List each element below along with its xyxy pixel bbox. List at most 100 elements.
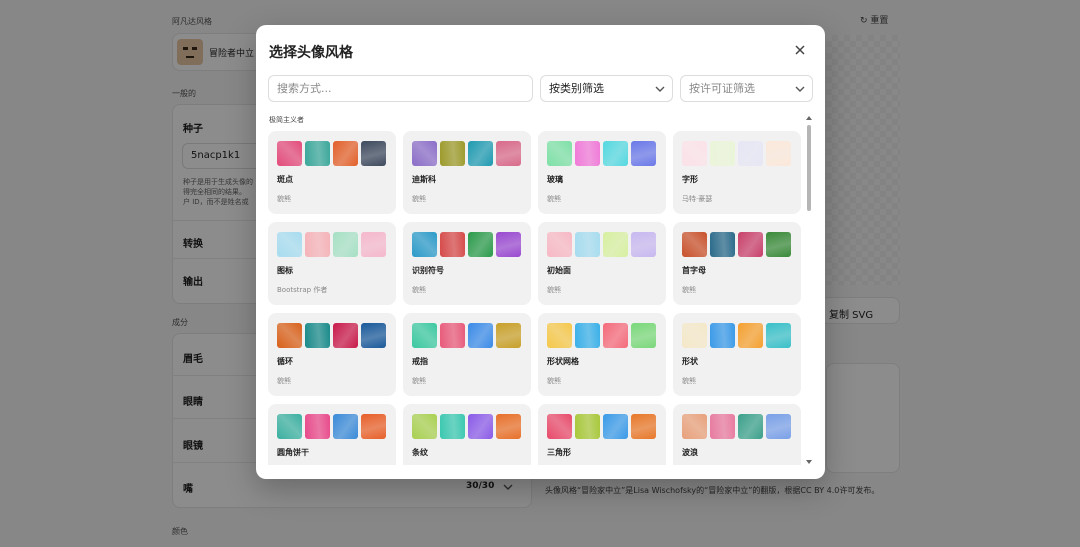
style-preview-image — [766, 232, 791, 257]
style-card[interactable]: 戒指 貌熊 — [403, 313, 531, 396]
license-filter-label: 按许可证筛选 — [689, 82, 755, 95]
style-name: 圆角饼干 — [277, 448, 309, 457]
style-preview-image — [277, 414, 302, 439]
style-author: 貌熊 — [682, 286, 696, 294]
scrollbar[interactable] — [805, 115, 813, 465]
style-card[interactable]: 识别符号 貌熊 — [403, 222, 531, 305]
style-preview-image — [603, 414, 628, 439]
style-preview-image — [496, 414, 521, 439]
style-preview-image — [682, 232, 707, 257]
style-previews — [682, 414, 791, 439]
style-preview-image — [710, 141, 735, 166]
style-preview-image — [361, 232, 386, 257]
style-previews — [277, 323, 386, 348]
style-previews — [277, 232, 386, 257]
style-preview-image — [412, 414, 437, 439]
style-preview-image — [305, 414, 330, 439]
style-previews — [412, 141, 521, 166]
style-name: 形状网格 — [547, 357, 579, 366]
style-previews — [277, 414, 386, 439]
style-previews — [547, 141, 656, 166]
style-author: 貌熊 — [547, 286, 561, 294]
style-preview-image — [468, 414, 493, 439]
style-author: 貌熊 — [277, 195, 291, 203]
style-card[interactable]: 三角形貌熊 — [538, 404, 666, 465]
style-preview-image — [631, 323, 656, 348]
style-author: 貌熊 — [277, 377, 291, 385]
style-preview-image — [333, 323, 358, 348]
style-preview-image — [440, 232, 465, 257]
style-preview-image — [412, 323, 437, 348]
style-previews — [412, 323, 521, 348]
style-author: 貌熊 — [412, 195, 426, 203]
style-name: 玻璃 — [547, 175, 563, 184]
style-preview-image — [738, 323, 763, 348]
style-preview-image — [305, 323, 330, 348]
style-name: 波浪 — [682, 448, 698, 457]
style-preview-image — [412, 141, 437, 166]
style-preview-image — [682, 141, 707, 166]
style-preview-image — [496, 141, 521, 166]
style-card[interactable]: 形状 貌熊 — [673, 313, 801, 396]
style-preview-image — [440, 141, 465, 166]
style-preview-image — [277, 323, 302, 348]
style-preview-image — [440, 323, 465, 348]
style-preview-image — [496, 323, 521, 348]
style-preview-image — [547, 414, 572, 439]
style-author: 貌熊 — [547, 195, 561, 203]
style-card[interactable]: 玻璃 貌熊 — [538, 131, 666, 214]
style-author: 马特·豪瑟 — [682, 195, 713, 203]
style-grid-viewport[interactable]: 斑点 貌熊 迪斯科 貌熊 玻璃 貌熊 字形 马特·豪瑟 图标 Bootstrap 作者 识别符号 貌熊… — [268, 131, 803, 465]
scroll-up-icon[interactable] — [805, 115, 813, 121]
style-name: 斑点 — [277, 175, 293, 184]
style-card[interactable]: 字形 马特·豪瑟 — [673, 131, 801, 214]
style-name: 识别符号 — [412, 266, 444, 275]
style-name: 戒指 — [412, 357, 428, 366]
style-preview-image — [361, 141, 386, 166]
style-card[interactable]: 首字母 貌熊 — [673, 222, 801, 305]
category-filter-select[interactable]: 按类别筛选 — [540, 75, 673, 102]
style-card[interactable]: 圆角饼干貌熊 — [268, 404, 396, 465]
style-preview-image — [682, 414, 707, 439]
style-preview-image — [333, 141, 358, 166]
style-preview-image — [412, 232, 437, 257]
style-previews — [277, 141, 386, 166]
style-previews — [682, 232, 791, 257]
close-icon[interactable] — [793, 43, 807, 57]
style-preview-image — [738, 414, 763, 439]
style-preview-image — [738, 232, 763, 257]
style-preview-image — [547, 232, 572, 257]
style-card[interactable]: 迪斯科 貌熊 — [403, 131, 531, 214]
style-preview-image — [468, 232, 493, 257]
style-card[interactable]: 图标 Bootstrap 作者 — [268, 222, 396, 305]
style-card[interactable]: 波浪貌熊 — [673, 404, 801, 465]
style-author: 貌熊 — [412, 286, 426, 294]
style-preview-image — [682, 323, 707, 348]
style-author: 貌熊 — [682, 377, 696, 385]
style-card[interactable]: 循环 貌熊 — [268, 313, 396, 396]
scroll-down-icon[interactable] — [805, 459, 813, 465]
style-preview-image — [575, 414, 600, 439]
scrollbar-thumb[interactable] — [807, 125, 811, 211]
license-filter-select[interactable]: 按许可证筛选 — [680, 75, 813, 102]
chevron-down-icon — [795, 86, 805, 92]
search-input[interactable] — [268, 75, 533, 102]
style-previews — [682, 141, 791, 166]
style-name: 图标 — [277, 266, 293, 275]
style-preview-image — [333, 414, 358, 439]
style-name: 迪斯科 — [412, 175, 436, 184]
style-card[interactable]: 斑点 貌熊 — [268, 131, 396, 214]
style-preview-image — [547, 323, 572, 348]
style-preview-image — [496, 232, 521, 257]
style-author: 貌熊 — [547, 377, 561, 385]
style-preview-image — [468, 323, 493, 348]
style-preview-image — [738, 141, 763, 166]
style-card[interactable]: 条纹貌熊 — [403, 404, 531, 465]
style-card[interactable]: 初始面 貌熊 — [538, 222, 666, 305]
style-author: 貌熊 — [412, 377, 426, 385]
style-preview-image — [305, 141, 330, 166]
style-card[interactable]: 形状网格 貌熊 — [538, 313, 666, 396]
style-preview-image — [603, 141, 628, 166]
dialog-title: 选择头像风格 — [269, 45, 353, 61]
style-preview-image — [710, 414, 735, 439]
